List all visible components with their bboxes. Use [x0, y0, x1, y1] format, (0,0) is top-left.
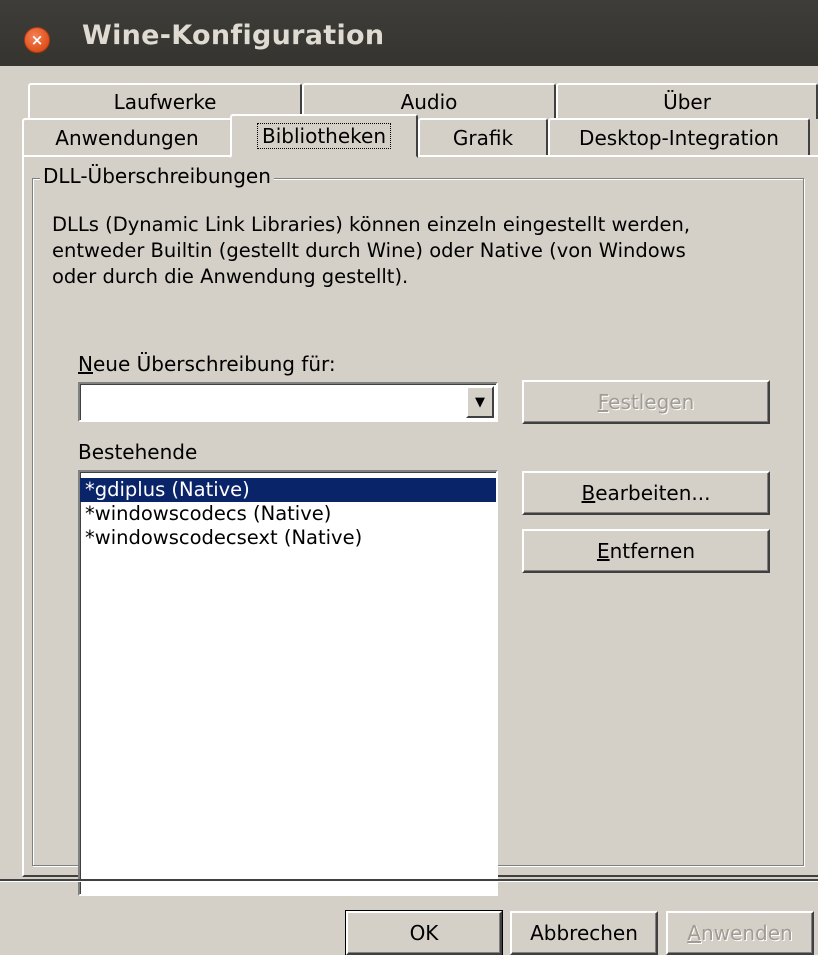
tab-anwendungen[interactable]: Anwendungen	[22, 118, 232, 155]
mnemonic: F	[597, 390, 609, 414]
tab-label: Laufwerke	[113, 90, 217, 114]
tab-label: Audio	[400, 90, 458, 114]
new-override-combobox[interactable]: ▼	[78, 382, 498, 422]
window-title: Wine-Konfiguration	[82, 20, 385, 51]
tab-bibliotheken[interactable]: Bibliotheken	[230, 114, 418, 158]
tab-label: Über	[663, 90, 711, 114]
existing-label: Bestehende	[78, 440, 198, 464]
tab-label: Anwendungen	[55, 125, 199, 150]
mnemonic: N	[78, 352, 93, 376]
ok-button[interactable]: OK	[345, 910, 503, 955]
edit-button[interactable]: Bearbeiten...	[522, 471, 770, 515]
separator	[0, 879, 818, 882]
list-item[interactable]: *windowscodecs (Native)	[80, 502, 496, 526]
label-text: ntfernen	[609, 539, 696, 563]
button-label: Abbrechen	[530, 921, 638, 945]
mnemonic: B	[581, 481, 596, 505]
label-text: estlegen	[608, 390, 695, 414]
tab-grafik[interactable]: Grafik	[418, 118, 548, 155]
label-text: nwenden	[700, 921, 793, 945]
set-button[interactable]: Festlegen	[522, 380, 770, 424]
existing-overrides-list[interactable]: *gdiplus (Native) *windowscodecs (Native…	[78, 470, 498, 896]
button-label: Festlegen	[598, 390, 695, 414]
button-label: Bearbeiten...	[582, 481, 711, 505]
close-icon[interactable]: ×	[24, 27, 50, 53]
label-text: earbeiten...	[595, 481, 711, 505]
apply-button[interactable]: Anwenden	[666, 911, 814, 955]
new-override-label: Neue Überschreibung für:	[78, 352, 336, 376]
list-item[interactable]: *windowscodecsext (Native)	[80, 526, 496, 550]
group-title: DLL-Überschreibungen	[40, 164, 274, 188]
list-item[interactable]: *gdiplus (Native)	[80, 478, 496, 502]
label-text: eue Überschreibung für:	[92, 352, 336, 376]
button-label: Entfernen	[597, 539, 695, 563]
tab-desktop-integration[interactable]: Desktop-Integration	[548, 118, 810, 155]
tab-label: Grafik	[452, 125, 514, 150]
tab-label: Bibliotheken	[257, 123, 391, 149]
chevron-down-icon[interactable]: ▼	[466, 386, 494, 418]
tab-label: Desktop-Integration	[579, 125, 779, 150]
button-label: Anwenden	[687, 921, 792, 945]
button-label: OK	[409, 921, 439, 945]
mnemonic: E	[596, 539, 610, 563]
dll-description: DLLs (Dynamic Link Libraries) können ein…	[52, 213, 691, 288]
title-bar[interactable]: × Wine-Konfiguration	[0, 0, 818, 66]
mnemonic: A	[687, 921, 701, 945]
tab-ueber[interactable]: Über	[556, 83, 818, 119]
cancel-button[interactable]: Abbrechen	[510, 911, 658, 955]
remove-button[interactable]: Entfernen	[522, 529, 770, 573]
window-body: Laufwerke Audio Über Anwendungen Bibliot…	[0, 66, 818, 955]
